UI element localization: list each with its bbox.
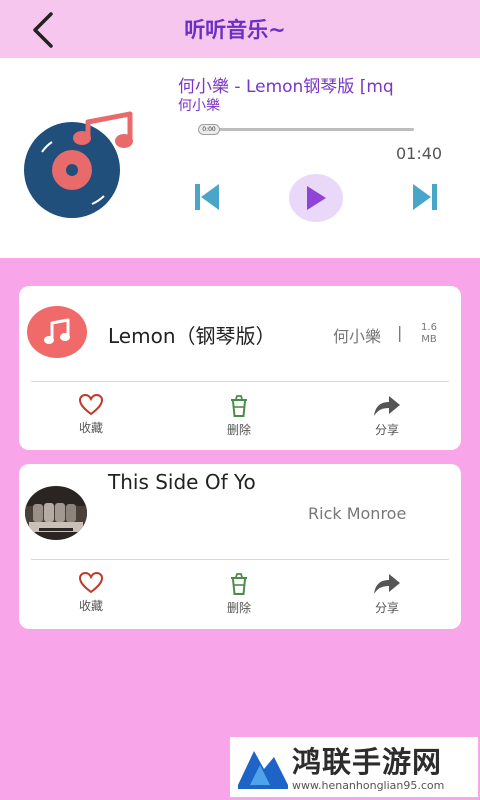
file-size-value: 1.6 [421,322,437,333]
page-title: 听听音乐~ [184,18,286,42]
watermark-logo [234,741,290,793]
song-artist: 何小樂 [333,327,382,346]
file-size-unit: MB [421,334,437,345]
divider [31,559,449,560]
share-button[interactable]: 分享 [352,572,422,616]
music-note-icon [44,318,70,344]
play-button[interactable] [289,174,343,222]
delete-label: 删除 [226,601,251,615]
separator: | [397,323,403,342]
favorite-button[interactable]: 收藏 [56,394,126,436]
share-arrow-icon [374,574,400,594]
watermark-url: www.henanhonglian95.com [292,779,445,792]
delete-button[interactable]: 删除 [204,394,274,438]
favorite-button[interactable]: 收藏 [56,572,126,614]
now-playing-panel: 何小樂 - Lemon钢琴版 [mq 何小樂 0:00 01:40 [0,58,480,258]
watermark: 鸿联手游网 www.henanhonglian95.com [230,737,478,797]
play-icon [307,186,326,210]
delete-button[interactable]: 删除 [204,572,274,616]
divider [31,381,449,382]
trash-icon [231,573,247,595]
next-button[interactable] [408,180,442,214]
app-header: 听听音乐~ [0,0,480,58]
previous-button[interactable] [190,180,224,214]
now-playing-artist: 何小樂 [178,98,220,114]
song-title: Lemon（钢琴版） [108,324,276,348]
vinyl-record-icon [24,111,133,218]
song-card[interactable]: Lemon（钢琴版） 何小樂 | 1.6 MB 收藏 删除 分享 [19,286,461,450]
favorite-label: 收藏 [78,421,103,435]
watermark-name: 鸿联手游网 [292,745,443,779]
share-label: 分享 [374,423,399,437]
total-time: 01:40 [396,144,443,163]
share-button[interactable]: 分享 [352,394,422,438]
back-arrow-icon [33,12,53,48]
favorite-label: 收藏 [78,599,103,613]
song-cover [27,306,87,358]
heart-icon [79,394,103,416]
song-title: This Side Of Yo [108,470,256,494]
file-size: 1.6 MB [417,322,441,346]
now-playing-title: 何小樂 - Lemon钢琴版 [mq [178,77,394,97]
song-artist: Rick Monroe [308,504,407,523]
share-label: 分享 [374,601,399,615]
trash-icon [231,395,247,417]
heart-icon [79,572,103,594]
progress-thumb[interactable]: 0:00 [198,124,220,135]
delete-label: 删除 [226,423,251,437]
song-cover-photo [25,486,87,540]
progress-bar[interactable] [200,128,414,131]
back-button[interactable] [22,8,62,52]
song-card[interactable]: This Side Of Yo Rick Monroe 收藏 删除 分享 [19,464,461,629]
share-arrow-icon [374,396,400,416]
next-track-icon [413,184,437,210]
previous-track-icon [195,184,219,210]
